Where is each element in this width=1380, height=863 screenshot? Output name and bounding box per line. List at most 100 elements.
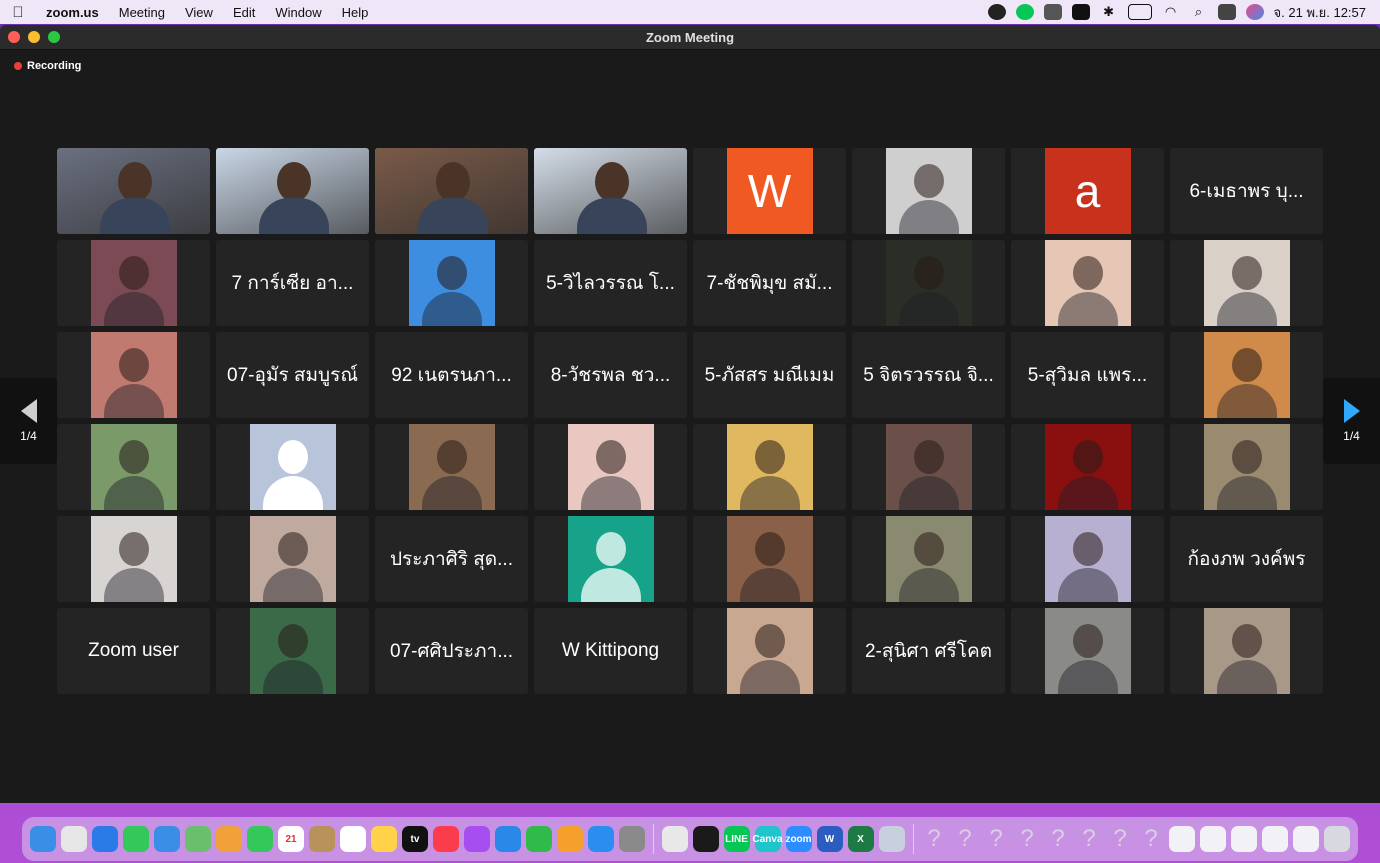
dock-notes-icon[interactable]	[371, 826, 397, 852]
control-center-icon[interactable]	[1217, 4, 1236, 20]
menu-view[interactable]: View	[175, 5, 223, 20]
dock-line-icon[interactable]: LINE	[723, 826, 750, 852]
webex-tray-icon[interactable]	[1043, 4, 1062, 20]
participant-tile[interactable]	[375, 424, 528, 510]
participant-tile[interactable]	[693, 608, 846, 694]
participant-tile[interactable]: ประภาศิริ สุด...	[375, 516, 528, 602]
participant-tile[interactable]: W Kittipong	[534, 608, 687, 694]
battery-icon[interactable]	[1127, 4, 1152, 20]
dock-missing-app-icon[interactable]: ?	[921, 825, 947, 852]
dock-music-icon[interactable]	[433, 826, 459, 852]
dock-zoom-icon[interactable]: zoom	[785, 826, 812, 852]
menu-clock[interactable]: จ. 21 พ.ย. 12:57	[1274, 2, 1366, 23]
dock-tv-icon[interactable]: tv	[402, 826, 428, 852]
participant-tile[interactable]	[57, 240, 210, 326]
dock-missing-app-icon[interactable]: ?	[1107, 825, 1133, 852]
menu-app-name[interactable]: zoom.us	[36, 5, 109, 20]
dock-keynote-icon[interactable]	[495, 826, 521, 852]
participant-tile[interactable]	[534, 516, 687, 602]
participant-tile[interactable]: 5-สุวิมล แพร...	[1011, 332, 1164, 418]
participant-tile[interactable]	[375, 240, 528, 326]
dock-pages-icon[interactable]	[557, 826, 583, 852]
participant-tile[interactable]: 5 จิตรวรรณ จิ...	[852, 332, 1005, 418]
participant-tile[interactable]	[693, 424, 846, 510]
window-minimize-button[interactable]	[28, 31, 40, 43]
dock-canva-icon[interactable]: Canva	[753, 826, 783, 852]
dock-contacts-icon[interactable]	[309, 826, 335, 852]
participant-tile[interactable]: 2-สุนิศา ศรีโคต	[852, 608, 1005, 694]
dock-app-store-icon[interactable]	[588, 826, 614, 852]
dock-trash-icon[interactable]	[1324, 826, 1350, 852]
participant-tile[interactable]: W	[693, 148, 846, 234]
dock-chrome-icon[interactable]	[661, 826, 688, 852]
participant-tile[interactable]	[57, 332, 210, 418]
dock-window-icon[interactable]	[1231, 826, 1257, 852]
dock-photos-icon[interactable]	[216, 826, 242, 852]
notion-tray-icon[interactable]	[1071, 4, 1090, 20]
dock-mail-icon[interactable]	[154, 826, 180, 852]
menu-meeting[interactable]: Meeting	[109, 5, 175, 20]
dock-webex-icon[interactable]	[692, 826, 719, 852]
previous-page-button[interactable]: 1/4	[0, 378, 57, 464]
participant-tile[interactable]	[534, 424, 687, 510]
participant-tile[interactable]: 6-เมธาพร บุ...	[1170, 148, 1323, 234]
participant-tile[interactable]: a	[1011, 148, 1164, 234]
participant-tile[interactable]	[534, 148, 687, 234]
participant-tile[interactable]: 7 การ์เซีย อา...	[216, 240, 369, 326]
dock-missing-app-icon[interactable]: ?	[952, 825, 978, 852]
participant-tile[interactable]	[1170, 424, 1323, 510]
participant-tile[interactable]	[216, 608, 369, 694]
dock-document-icon[interactable]	[1169, 826, 1195, 852]
recording-indicator[interactable]: Recording	[14, 60, 81, 72]
participant-tile[interactable]: 07-อุมัร สมบูรณ์	[216, 332, 369, 418]
participant-tile[interactable]	[1170, 332, 1323, 418]
dock-maps-icon[interactable]	[185, 826, 211, 852]
participant-tile[interactable]	[852, 424, 1005, 510]
participant-tile[interactable]	[57, 516, 210, 602]
dock-safari-icon[interactable]	[92, 826, 118, 852]
menu-edit[interactable]: Edit	[223, 5, 265, 20]
dock-window-icon[interactable]	[1262, 826, 1288, 852]
dock-preview-icon[interactable]	[878, 826, 905, 852]
siri-icon[interactable]	[1245, 4, 1264, 20]
participant-tile[interactable]: 7-ชัชพิมุข สมั...	[693, 240, 846, 326]
participant-tile[interactable]	[1170, 608, 1323, 694]
dock-launchpad-icon[interactable]	[61, 826, 87, 852]
participant-tile[interactable]	[1011, 240, 1164, 326]
participant-tile[interactable]: 07-ศศิประภา...	[375, 608, 528, 694]
dock-podcasts-icon[interactable]	[464, 826, 490, 852]
dock-excel-icon[interactable]: X	[847, 826, 874, 852]
participant-tile[interactable]: 8-วัชรพล ชว...	[534, 332, 687, 418]
participant-tile[interactable]: 92 เนตรนภา...	[375, 332, 528, 418]
dock-calendar-icon[interactable]: 21	[278, 826, 304, 852]
apple-menu-icon[interactable]: 	[0, 4, 36, 21]
wifi-icon[interactable]: ◠	[1162, 4, 1180, 20]
next-page-button[interactable]: 1/4	[1323, 378, 1380, 464]
dock-missing-app-icon[interactable]: ?	[1076, 825, 1102, 852]
participant-tile[interactable]	[375, 148, 528, 234]
participant-tile[interactable]	[57, 424, 210, 510]
dock-missing-app-icon[interactable]: ?	[983, 825, 1009, 852]
participant-tile[interactable]: ก้องภพ วงค์พร	[1170, 516, 1323, 602]
dock-calendar-doc-icon[interactable]	[1200, 826, 1226, 852]
participant-tile[interactable]: Zoom user	[57, 608, 210, 694]
participant-tile[interactable]	[57, 148, 210, 234]
participant-tile[interactable]	[852, 240, 1005, 326]
participant-tile[interactable]	[693, 516, 846, 602]
participant-tile[interactable]: 5-วิไลวรรณ โ...	[534, 240, 687, 326]
participant-tile[interactable]	[216, 148, 369, 234]
participant-tile[interactable]	[852, 516, 1005, 602]
zoom-tray-icon[interactable]	[987, 4, 1006, 20]
participant-tile[interactable]	[216, 424, 369, 510]
menu-help[interactable]: Help	[332, 5, 379, 20]
dock-window-icon[interactable]	[1293, 826, 1319, 852]
participant-tile[interactable]	[852, 148, 1005, 234]
dock-messages-icon[interactable]	[123, 826, 149, 852]
dock-numbers-icon[interactable]	[526, 826, 552, 852]
participant-tile[interactable]	[1011, 516, 1164, 602]
spotlight-search-icon[interactable]: ⌕	[1190, 4, 1208, 20]
participant-tile[interactable]	[1170, 240, 1323, 326]
window-fullscreen-button[interactable]	[48, 31, 60, 43]
dock-finder-icon[interactable]	[30, 826, 56, 852]
participant-tile[interactable]	[1011, 608, 1164, 694]
